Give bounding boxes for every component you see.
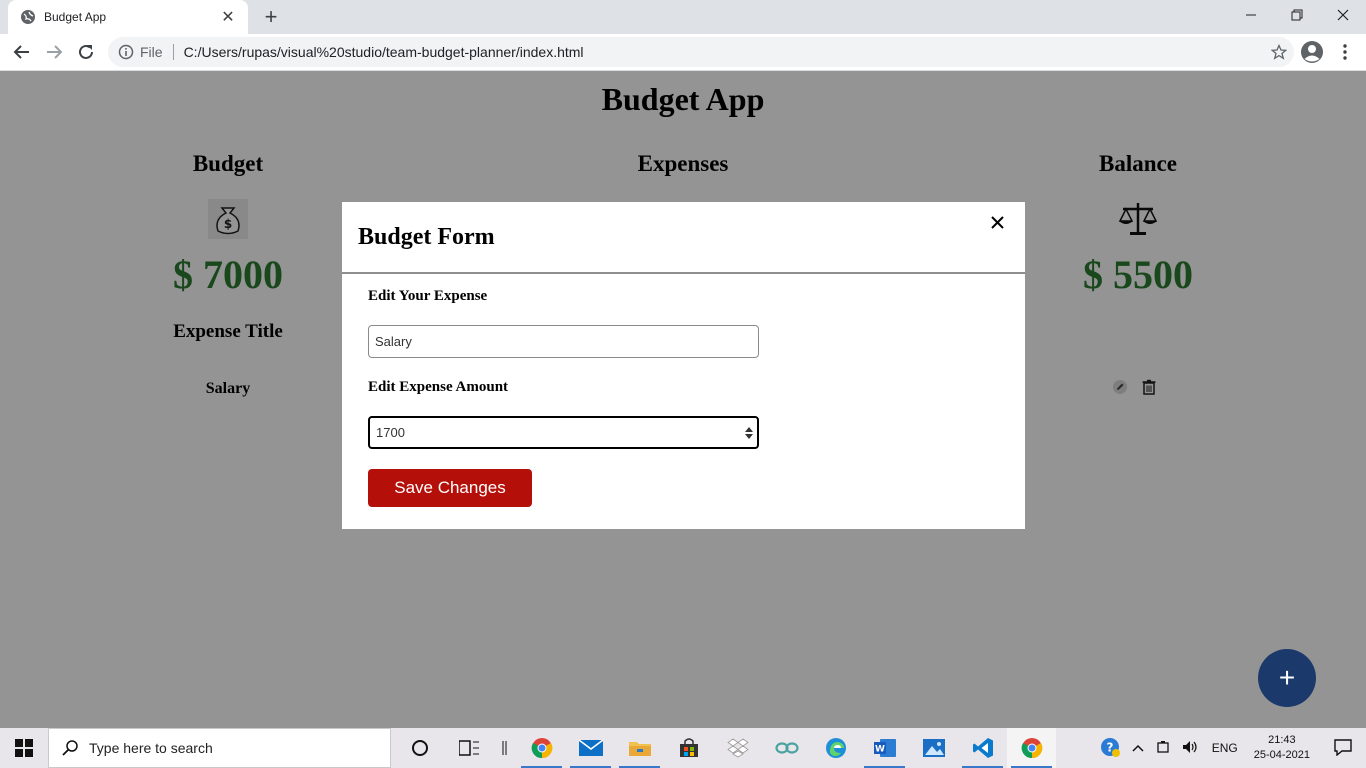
taskbar-search[interactable]: Type here to search [48, 728, 391, 768]
scheme-label: File [140, 44, 174, 60]
mail-icon[interactable] [566, 728, 615, 768]
modal-header: Budget Form [342, 202, 1025, 274]
reload-button[interactable] [72, 38, 100, 66]
start-button[interactable] [0, 728, 48, 768]
browser-toolbar: File C:/Users/rupas/visual%20studio/team… [0, 34, 1366, 71]
save-changes-button[interactable]: Save Changes [368, 469, 532, 507]
budget-form-modal: Budget Form Edit Your Expense Salary Edi… [342, 202, 1025, 529]
windows-taskbar: Type here to search W ? ENG 21:43 25-04-… [0, 728, 1366, 768]
vscode-icon[interactable] [958, 728, 1007, 768]
taskbar-divider [493, 728, 517, 768]
arrow-left-icon [13, 45, 29, 59]
add-expense-button[interactable]: + [1258, 649, 1316, 707]
minimize-icon [1246, 14, 1256, 16]
svg-text:W: W [875, 745, 885, 755]
bookmark-star-icon[interactable] [1264, 44, 1294, 60]
notifications-icon[interactable] [1320, 738, 1366, 759]
task-view-icon[interactable] [444, 728, 493, 768]
word-icon[interactable]: W [860, 728, 909, 768]
search-icon [62, 740, 78, 756]
browser-tab[interactable]: Budget App ✕ [8, 0, 248, 34]
arduino-icon[interactable] [762, 728, 811, 768]
store-icon[interactable] [664, 728, 713, 768]
chrome-icon[interactable] [517, 728, 566, 768]
volume-icon[interactable] [1176, 740, 1206, 757]
arrow-right-icon [47, 45, 63, 59]
battery-icon[interactable] [1150, 740, 1176, 757]
restore-button[interactable] [1274, 0, 1320, 30]
close-window-button[interactable] [1320, 0, 1366, 30]
address-bar[interactable]: File C:/Users/rupas/visual%20studio/team… [108, 37, 1294, 67]
info-icon [118, 44, 134, 60]
language-indicator[interactable]: ENG [1206, 741, 1244, 755]
browser-menu-button[interactable] [1331, 38, 1359, 66]
photos-icon[interactable] [909, 728, 958, 768]
taskbar-clock[interactable]: 21:43 25-04-2021 [1244, 733, 1320, 763]
minimize-button[interactable] [1228, 0, 1274, 30]
forward-button[interactable] [40, 38, 68, 66]
browser-tab-bar: Budget App ✕ + [0, 0, 1366, 34]
expense-title-label: Edit Your Expense [368, 288, 488, 304]
help-icon[interactable]: ? [1094, 737, 1126, 760]
tab-close-icon[interactable]: ✕ [218, 7, 238, 27]
account-icon [1301, 41, 1323, 63]
search-placeholder: Type here to search [89, 740, 213, 756]
expense-title-input[interactable]: Salary [368, 325, 759, 358]
number-spinner-icon[interactable] [745, 426, 753, 440]
globe-icon [21, 10, 35, 24]
tab-title: Budget App [44, 10, 107, 24]
system-tray: ? ENG 21:43 25-04-2021 [1094, 728, 1366, 768]
expense-amount-input[interactable]: 1700 [368, 416, 759, 449]
profile-button[interactable] [1298, 38, 1326, 66]
back-button[interactable] [8, 38, 36, 66]
windows-logo-icon [15, 739, 33, 757]
kebab-menu-icon [1343, 44, 1347, 60]
cortana-icon[interactable] [395, 728, 444, 768]
chevron-up-icon[interactable] [1126, 741, 1150, 755]
new-tab-button[interactable]: + [258, 4, 284, 30]
clock-date: 25-04-2021 [1253, 749, 1310, 761]
url-text: C:/Users/rupas/visual%20studio/team-budg… [183, 44, 584, 60]
dropbox-icon[interactable] [713, 728, 762, 768]
chrome-active-icon[interactable] [1007, 728, 1056, 768]
reload-icon [79, 44, 93, 59]
close-icon [1337, 9, 1349, 21]
expense-amount-label: Edit Expense Amount [368, 379, 509, 395]
edge-icon[interactable] [811, 728, 860, 768]
file-explorer-icon[interactable] [615, 728, 664, 768]
expense-amount-value: 1700 [376, 425, 405, 440]
modal-title: Budget Form [358, 224, 495, 250]
clock-time: 21:43 [1268, 734, 1296, 746]
restore-icon [1291, 9, 1303, 21]
close-icon[interactable] [985, 210, 1009, 234]
